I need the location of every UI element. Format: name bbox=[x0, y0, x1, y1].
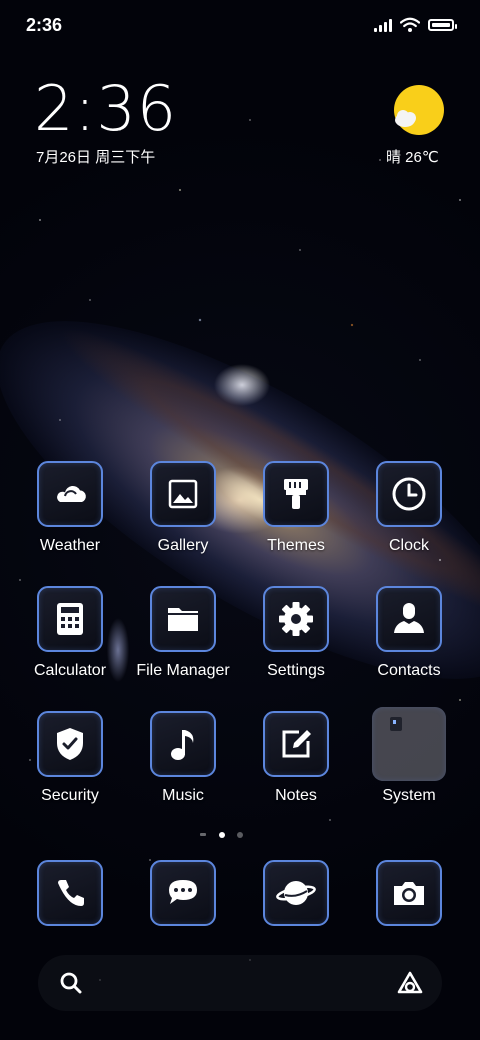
sun-cloud-icon[interactable] bbox=[391, 84, 445, 138]
app-security[interactable]: Security bbox=[15, 711, 125, 805]
app-label: Settings bbox=[267, 662, 325, 679]
widget-date[interactable]: 7月26日 周三下午 bbox=[36, 146, 155, 167]
status-bar: 2:36 bbox=[0, 0, 480, 50]
search-bar[interactable] bbox=[38, 955, 442, 1011]
gear-icon bbox=[263, 586, 329, 652]
page-dot bbox=[237, 832, 243, 838]
app-label: Music bbox=[162, 787, 204, 804]
folder-icon bbox=[150, 586, 216, 652]
app-gallery[interactable]: Gallery bbox=[128, 461, 238, 555]
app-label: Calculator bbox=[33, 662, 107, 679]
app-themes[interactable]: Themes bbox=[241, 461, 351, 555]
message-icon bbox=[150, 860, 216, 926]
app-label: Contacts bbox=[377, 662, 441, 679]
wifi-icon bbox=[400, 17, 420, 32]
shield-check-icon bbox=[37, 711, 103, 777]
folder-preview-icon bbox=[372, 707, 446, 781]
widget-clock-time[interactable]: 2:36 bbox=[34, 74, 177, 144]
page-dot-active bbox=[219, 832, 225, 838]
weather-cloud-icon bbox=[37, 461, 103, 527]
app-clock[interactable]: Clock bbox=[354, 461, 464, 555]
music-note-icon bbox=[150, 711, 216, 777]
app-label: Notes bbox=[275, 787, 317, 804]
person-icon bbox=[376, 586, 442, 652]
dock-phone[interactable] bbox=[15, 860, 125, 926]
search-icon[interactable] bbox=[60, 972, 82, 994]
app-weather[interactable]: Weather bbox=[15, 461, 125, 555]
app-calculator[interactable]: Calculator bbox=[15, 586, 125, 680]
paintbrush-icon bbox=[263, 461, 329, 527]
edit-note-icon bbox=[263, 711, 329, 777]
app-folder-system[interactable]: System bbox=[354, 707, 464, 805]
app-music[interactable]: Music bbox=[128, 711, 238, 805]
dock-camera[interactable] bbox=[354, 860, 464, 926]
app-label: System bbox=[382, 787, 436, 804]
clock-icon bbox=[376, 461, 442, 527]
phone-icon bbox=[37, 860, 103, 926]
dock-browser[interactable] bbox=[241, 860, 351, 926]
widget-temperature[interactable]: 晴 26℃ bbox=[386, 146, 439, 167]
planet-browser-icon bbox=[263, 860, 329, 926]
app-label: Clock bbox=[388, 537, 429, 554]
app-contacts[interactable]: Contacts bbox=[354, 586, 464, 680]
app-label: Security bbox=[41, 787, 99, 804]
app-notes[interactable]: Notes bbox=[241, 711, 351, 805]
app-settings[interactable]: Settings bbox=[241, 586, 351, 680]
status-time: 2:36 bbox=[26, 15, 63, 35]
app-label: Gallery bbox=[157, 537, 209, 554]
dock-messages[interactable] bbox=[128, 860, 238, 926]
app-file-manager[interactable]: File Manager bbox=[128, 586, 238, 680]
image-icon bbox=[150, 461, 216, 527]
page-indicator[interactable] bbox=[200, 830, 280, 840]
battery-icon bbox=[428, 19, 457, 31]
app-label: File Manager bbox=[136, 662, 230, 679]
app-vault-icon[interactable] bbox=[396, 970, 424, 996]
calculator-icon bbox=[37, 586, 103, 652]
cell-signal-icon bbox=[374, 18, 392, 32]
page-dot-lines bbox=[200, 833, 206, 836]
app-label: Themes bbox=[267, 537, 325, 554]
camera-icon bbox=[376, 860, 442, 926]
app-label: Weather bbox=[39, 537, 101, 554]
